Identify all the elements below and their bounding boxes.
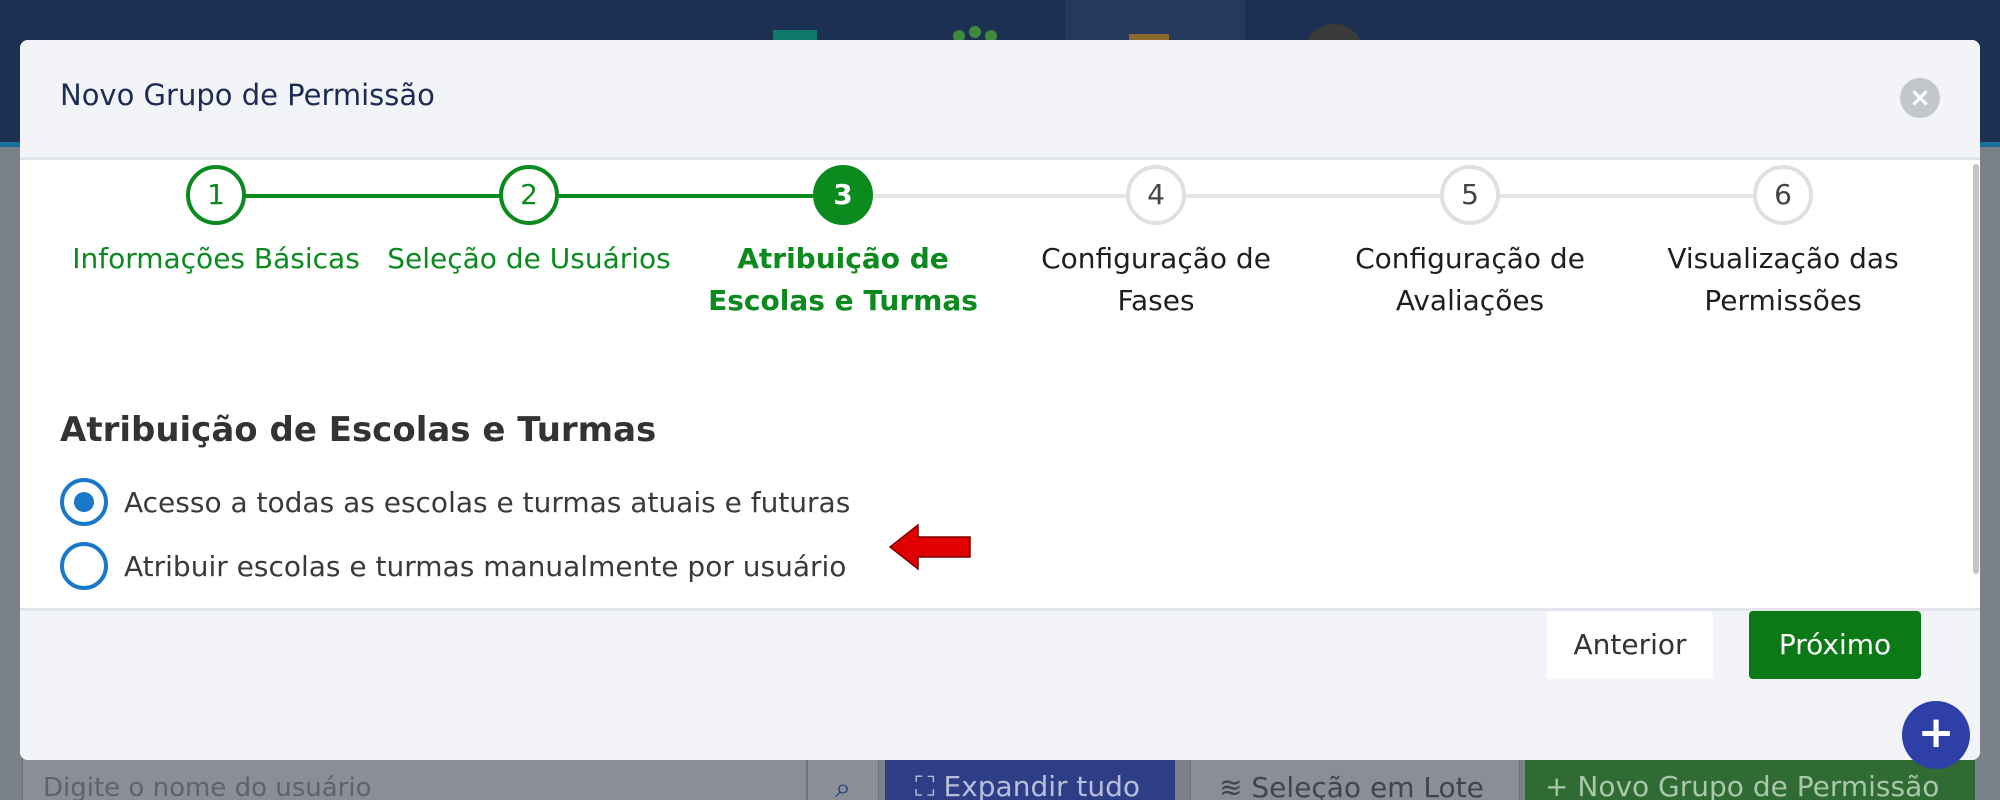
- step-connector-3-4: [843, 194, 1156, 198]
- search-button[interactable]: ⌕: [807, 758, 879, 800]
- new-permission-group-button[interactable]: + Novo Grupo de Permissão: [1525, 758, 1975, 800]
- modal-title: Novo Grupo de Permissão: [60, 78, 435, 112]
- step-circle-3[interactable]: 3: [813, 165, 873, 225]
- expand-all-label: Expandir tudo: [943, 770, 1141, 800]
- step-circle-2[interactable]: 2: [499, 165, 559, 225]
- fab-add-icon[interactable]: +: [1902, 701, 1970, 769]
- page-toolbar: Digite o nome do usuário ⌕ ⛶ Expandir tu…: [0, 758, 2000, 800]
- radio-all-schools[interactable]: [60, 478, 108, 526]
- step-circle-1[interactable]: 1: [186, 165, 246, 225]
- layers-icon: ≋: [1219, 771, 1252, 800]
- modal-header: Novo Grupo de Permissão ×: [20, 40, 1980, 160]
- option-all-schools[interactable]: Acesso a todas as escolas e turmas atuai…: [60, 477, 850, 527]
- close-icon[interactable]: ×: [1900, 78, 1940, 118]
- option-all-schools-label: Acesso a todas as escolas e turmas atuai…: [124, 485, 851, 519]
- radio-manual-assignment[interactable]: [60, 542, 108, 590]
- step-connector-2-3: [529, 194, 843, 198]
- option-manual-assignment-label: Atribuir escolas e turmas manualmente po…: [124, 549, 847, 583]
- user-search-input[interactable]: Digite o nome do usuário: [22, 758, 807, 800]
- search-icon: ⌕: [835, 771, 851, 800]
- section-title: Atribuição de Escolas e Turmas: [60, 410, 657, 450]
- plus-icon: +: [1545, 770, 1578, 800]
- expand-icon: ⛶: [915, 770, 944, 800]
- step-circle-5[interactable]: 5: [1440, 165, 1500, 225]
- bulk-select-button[interactable]: ≋ Seleção em Lote: [1190, 758, 1520, 800]
- next-button[interactable]: Próximo: [1749, 611, 1921, 679]
- step-label-2[interactable]: Seleção de Usuários: [374, 238, 684, 280]
- previous-button[interactable]: Anterior: [1547, 611, 1713, 679]
- step-label-1[interactable]: Informações Básicas: [61, 238, 371, 280]
- step-label-5[interactable]: Configuração de Avaliações: [1315, 238, 1625, 322]
- expand-all-button[interactable]: ⛶ Expandir tudo: [885, 758, 1175, 800]
- step-label-3[interactable]: Atribuição de Escolas e Turmas: [688, 238, 998, 322]
- step-connector-4-5: [1156, 194, 1470, 198]
- step-circle-6[interactable]: 6: [1753, 165, 1813, 225]
- step-label-6[interactable]: Visualização das Permissões: [1628, 238, 1938, 322]
- step-label-4[interactable]: Configuração de Fases: [1001, 238, 1311, 322]
- step-connector-1-2: [216, 194, 529, 198]
- step-circle-4[interactable]: 4: [1126, 165, 1186, 225]
- new-group-label: Novo Grupo de Permissão: [1577, 770, 1940, 800]
- option-manual-assignment[interactable]: Atribuir escolas e turmas manualmente po…: [60, 541, 846, 591]
- bulk-select-label: Seleção em Lote: [1251, 771, 1484, 800]
- annotation-arrow-icon: [888, 523, 971, 571]
- modal-scrollbar-thumb[interactable]: [1973, 164, 1979, 574]
- step-connector-5-6: [1470, 194, 1783, 198]
